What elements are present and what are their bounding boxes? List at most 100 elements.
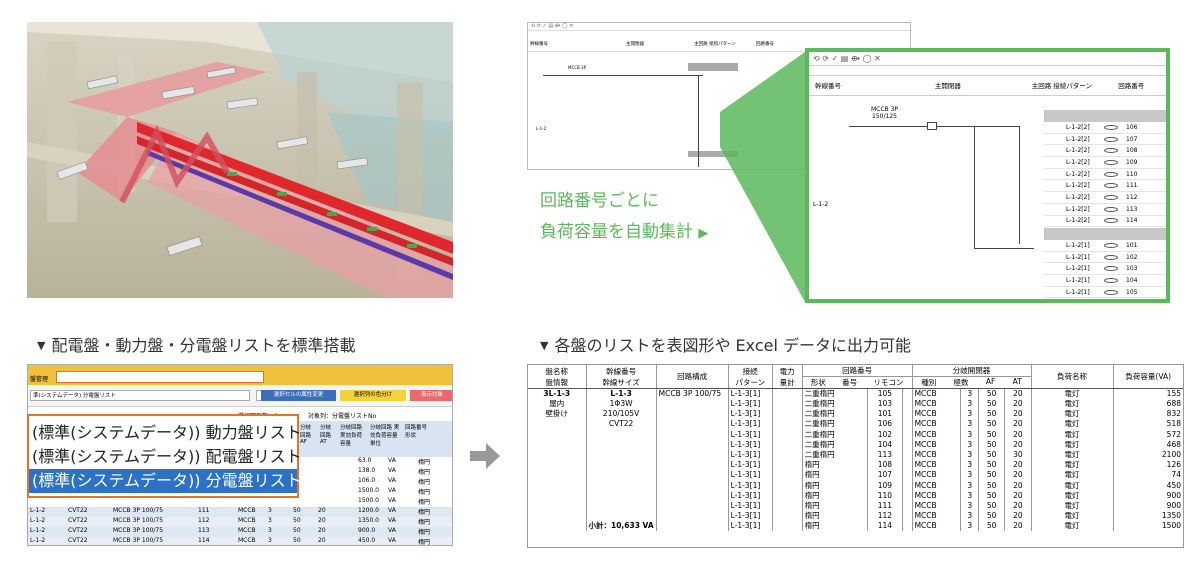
cell-cap: 2100 [1112, 449, 1183, 461]
cell-conn: L-1-3[1] [727, 521, 773, 532]
cell-num: 104 [866, 439, 903, 450]
table-row: L-1-3[1] 二重楕円 102 MCCB 3 50 20 電灯 572 [528, 429, 1183, 440]
option-power-panel[interactable]: (標準(システムデータ)) 動力盤リスト [29, 421, 302, 445]
table-row: CVT22 L-1-3[1] 二重楕円 106 MCCB 3 50 20 電灯 518 [528, 419, 1183, 430]
cell-load: 電灯 [1030, 419, 1113, 430]
list-type-dropdown[interactable]: (標準(システムデータ)) 動力盤リスト (標準(システムデータ)) 配電盤リス… [27, 414, 302, 498]
cell-load: 1500.0 [358, 487, 379, 494]
callout-line1: 回路番号ごとに [540, 191, 659, 211]
ellipse-icon [1104, 194, 1118, 200]
table-row[interactable]: L-1-2 CVT22 MCCB 3P 100/75 112 MCCB 3 50 20 1350… [28, 517, 452, 527]
list-value-row[interactable]: 1500.0 VA 楕円 [358, 497, 452, 507]
table-cell: L-1-2 [30, 507, 46, 514]
cell-shape: 楕円 [801, 460, 867, 471]
cell-type: MCCB [911, 470, 961, 481]
table-row: 小計：10,633 VA L-1-3[1] 楕円 114 MCCB 3 50 20 電灯 1500 [528, 521, 1183, 532]
cell-shape: 楕円 [418, 459, 431, 466]
cell-panel [528, 501, 586, 511]
extra-button[interactable]: 表示対象 [410, 390, 452, 401]
list-value-row[interactable]: 106.0 VA 楕円 [358, 477, 452, 487]
cell-cap: 900 [1112, 490, 1183, 501]
cell-poles: 3 [960, 511, 979, 522]
cell-panel [528, 450, 586, 460]
list-value-row[interactable]: 1500.0 VA 楕円 [358, 487, 452, 497]
table-cell: 楕円 [418, 529, 431, 536]
h-circuit-num: 回路番号 形状 番号 リモコン [801, 365, 913, 389]
table-row[interactable]: L-1-2 CVT22 MCCB 3P 100/75 113 MCCB 3 50 20 900.… [28, 527, 452, 537]
table-cell: 20 [318, 537, 326, 544]
zoom-toolbar[interactable]: ⟲ ⟳ ✓ ▤ ⟴ ◯ ✕ [809, 52, 1166, 66]
cell-load: 電灯 [1030, 470, 1113, 481]
cell-poles: 3 [960, 419, 979, 430]
cell-cap: 1350 [1112, 511, 1183, 522]
cell-unit: VA [388, 497, 396, 504]
table-cell: 114 [198, 537, 210, 544]
table-cell: 113 [198, 527, 210, 534]
zoom-header-main-switch: 主開閉器 [934, 82, 961, 90]
ellipse-icon [1104, 159, 1118, 165]
cell-af: 50 [978, 399, 1005, 410]
cell-shape: 二重楕円 [801, 429, 867, 440]
h-power: 電力 量計 [771, 365, 803, 389]
cell-load: 電灯 [1030, 480, 1113, 491]
cell-cap: 155 [1112, 388, 1183, 399]
color-split-button[interactable]: 選択列の色分け [340, 390, 406, 401]
list-value-row[interactable]: 138.0 VA 楕円 [358, 467, 452, 477]
table-cell: 3 [268, 517, 272, 524]
cell-poles: 3 [960, 429, 979, 440]
cell-power [771, 511, 803, 522]
header-af: AF [985, 377, 996, 386]
bim-3d-view[interactable] [27, 22, 453, 298]
option-distribution-board[interactable]: (標準(システムデータ)) 配電盤リスト [29, 445, 302, 469]
cell-load: 電灯 [1030, 511, 1113, 522]
cell-type: MCCB [911, 399, 961, 410]
table-row[interactable]: L-1-2 CVT22 MCCB 3P 100/75 111 MCCB 3 50 20 1200… [28, 507, 452, 517]
menu-panel-mgmt[interactable]: 盤管理 [30, 374, 48, 383]
header-num: 番号 [842, 378, 858, 387]
table-row[interactable]: L-1-2 CVT22 MCCB 3P 100/75 114 MCCB 3 50 20 450.… [28, 537, 452, 545]
circuit-num: 113 [1126, 205, 1138, 213]
cell-power [771, 460, 803, 471]
bim-3d-render [27, 22, 453, 298]
cell-conn: L-1-3[1] [727, 419, 773, 430]
circuit-id: L-1-2[1] [1066, 265, 1090, 273]
cell-conn: L-1-3[1] [727, 470, 773, 481]
table-cell: VA [388, 507, 396, 514]
table-cell: MCCB 3P 100/75 [113, 537, 164, 544]
cell-num: 103 [866, 399, 903, 410]
cell-shape: 楕円 [418, 469, 431, 476]
toolbar: ⟲ ⟳ ✓ ▤ ⟴ ◯ ✕ [528, 23, 910, 31]
cell-conn: L-1-3[1] [727, 460, 773, 471]
cell-remote [902, 399, 913, 410]
ellipse-icon [1104, 148, 1118, 154]
excel-output-table: 盤名称 盤情報 幹線番号 幹線サイズ 回路構成 接続 パターン 電力 量計 回路番号 形… [527, 364, 1184, 548]
circuit-id: L-1-2[2] [1066, 217, 1090, 225]
list-value-row[interactable]: 63.0 VA 楕円 [358, 457, 452, 467]
circuit-row: L-1-2[1] 104 [1044, 275, 1166, 287]
cell-conn: L-1-3[1] [727, 399, 773, 410]
cell-af: 50 [978, 439, 1005, 450]
table-row: L-1-3[1] 楕円 109 MCCB 3 50 20 電灯 450 [528, 480, 1183, 491]
header-circuit-num: 回路番号 [842, 366, 873, 375]
cell-poles: 3 [960, 470, 979, 481]
cell-cap: 572 [1112, 429, 1183, 440]
cell-trunk: 210/105V [585, 409, 657, 420]
schematic-window-zoomed[interactable]: ⟲ ⟳ ✓ ▤ ⟴ ◯ ✕ 幹線番号 主開閉器 主回路 接続パターン 回路番号 … [805, 48, 1170, 303]
table-cell: VA [388, 517, 396, 524]
cell-num: 102 [866, 429, 903, 440]
header-trunk: 幹線番号 [530, 42, 548, 47]
cell-at: 20 [1004, 500, 1031, 512]
cell-trunk [585, 490, 657, 501]
table-row: L-1-3[1] 楕円 110 MCCB 3 50 20 電灯 900 [528, 490, 1183, 501]
col-header: 分岐回路 AT [320, 425, 332, 445]
cell-cap: 450 [1112, 480, 1183, 491]
cell-poles: 3 [960, 480, 979, 491]
trunk-num: L-1-3 [610, 389, 632, 398]
attr-change-button[interactable]: 選択セルの属性変更 [261, 390, 336, 401]
list-dropdown[interactable]: 準(システムデータ) 分電盤リスト [30, 390, 250, 401]
cell-unit: VA [388, 487, 396, 494]
panel-name: 3L-1-3 [543, 389, 571, 398]
option-branch-panel[interactable]: (標準(システムデータ)) 分電盤リスト [29, 469, 302, 493]
cell-af: 50 [978, 429, 1005, 440]
cell-cfg [655, 449, 729, 461]
